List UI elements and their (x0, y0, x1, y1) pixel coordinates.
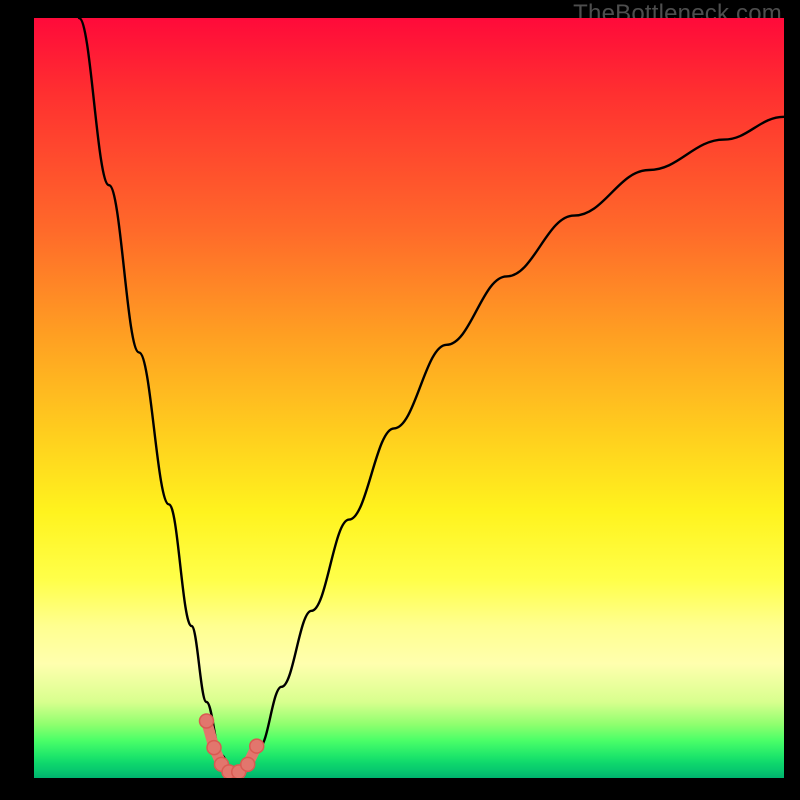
highlight-dot (250, 739, 264, 753)
bottleneck-curve (79, 18, 784, 774)
curve-svg (34, 18, 784, 778)
chart-frame: TheBottleneck.com (0, 0, 800, 800)
highlight-dot (200, 714, 214, 728)
highlight-dot (207, 741, 221, 755)
highlight-dots (200, 714, 264, 778)
plot-area (34, 18, 784, 778)
highlight-dot (241, 757, 255, 771)
